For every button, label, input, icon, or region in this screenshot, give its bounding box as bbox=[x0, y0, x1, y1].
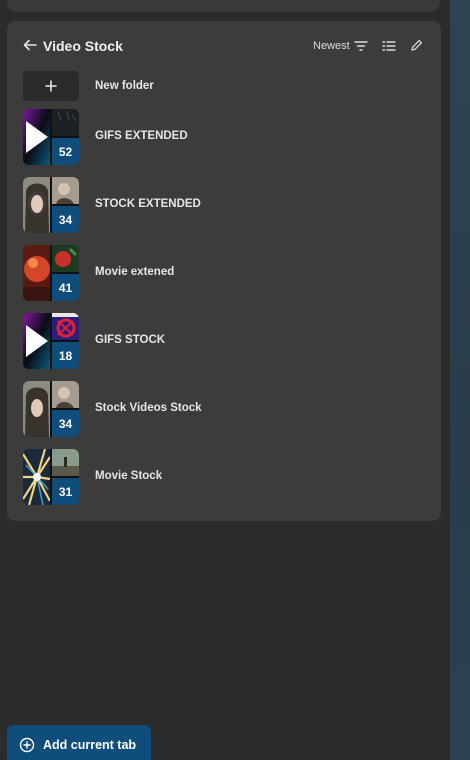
sort-dropdown[interactable]: Newest bbox=[313, 40, 350, 52]
folder-thumbnail: 31 bbox=[23, 449, 79, 505]
folder-label: STOCK EXTENDED bbox=[95, 198, 201, 210]
thumbnail-image bbox=[52, 381, 79, 408]
thumbnail-image bbox=[23, 245, 50, 301]
thumbnail-image bbox=[52, 245, 79, 272]
folder-panel: Video Stock Newest New folder 52 GIFS EX… bbox=[7, 21, 441, 521]
folder-count: 18 bbox=[52, 342, 79, 369]
folder-count: 52 bbox=[52, 138, 79, 165]
new-folder-button[interactable] bbox=[23, 71, 79, 101]
thumbnail-image bbox=[52, 449, 79, 476]
sort-filter-icon[interactable] bbox=[354, 41, 368, 51]
folder-item[interactable]: 34 Stock Videos Stock bbox=[23, 381, 433, 449]
folder-count: 31 bbox=[52, 478, 79, 505]
plus-icon bbox=[45, 80, 57, 92]
folder-thumbnail: 18 bbox=[23, 313, 79, 369]
folder-item[interactable]: 34 STOCK EXTENDED bbox=[23, 177, 433, 245]
folder-count: 34 bbox=[52, 410, 79, 437]
pencil-icon[interactable] bbox=[410, 39, 423, 52]
list-view-icon[interactable] bbox=[382, 41, 396, 51]
play-icon bbox=[23, 313, 50, 369]
play-icon bbox=[23, 109, 50, 165]
folder-item[interactable]: 31 Movie Stock bbox=[23, 449, 433, 517]
window-edge-strip bbox=[450, 0, 470, 760]
plus-circle-icon bbox=[19, 737, 35, 753]
thumbnail-image bbox=[52, 177, 79, 204]
collections-pane: Video Stock Newest New folder 52 GIFS EX… bbox=[0, 0, 470, 760]
folder-list: New folder 52 GIFS EXTENDED 34 STOCK EXT… bbox=[23, 71, 433, 517]
folder-count: 41 bbox=[52, 274, 79, 301]
search-bar-remnant[interactable] bbox=[7, 0, 440, 12]
thumbnail-image bbox=[52, 313, 79, 340]
thumbnail-image bbox=[52, 109, 79, 136]
folder-item[interactable]: 41 Movie extened bbox=[23, 245, 433, 313]
panel-header: Video Stock Newest bbox=[7, 21, 441, 73]
add-current-tab-label: Add current tab bbox=[43, 738, 137, 752]
folder-count: 34 bbox=[52, 206, 79, 233]
folder-label: Stock Videos Stock bbox=[95, 402, 202, 414]
thumbnail-image bbox=[23, 449, 50, 505]
arrow-left-icon[interactable] bbox=[23, 38, 37, 52]
folder-label: Movie Stock bbox=[95, 470, 163, 482]
folder-thumbnail: 41 bbox=[23, 245, 79, 301]
folder-thumbnail: 34 bbox=[23, 381, 79, 437]
folder-label: GIFS STOCK bbox=[95, 334, 166, 346]
panel-title: Video Stock bbox=[43, 38, 123, 54]
new-folder-label: New folder bbox=[95, 80, 154, 92]
thumbnail-image bbox=[23, 381, 50, 437]
add-current-tab-button[interactable]: Add current tab bbox=[7, 725, 151, 760]
folder-label: Movie extened bbox=[95, 266, 175, 278]
folder-item[interactable]: 52 GIFS EXTENDED bbox=[23, 109, 433, 177]
folder-thumbnail: 52 bbox=[23, 109, 79, 165]
new-folder-row[interactable]: New folder bbox=[23, 71, 433, 111]
thumbnail-image bbox=[23, 177, 50, 233]
folder-item[interactable]: 18 GIFS STOCK bbox=[23, 313, 433, 381]
folder-thumbnail: 34 bbox=[23, 177, 79, 233]
folder-label: GIFS EXTENDED bbox=[95, 130, 188, 142]
